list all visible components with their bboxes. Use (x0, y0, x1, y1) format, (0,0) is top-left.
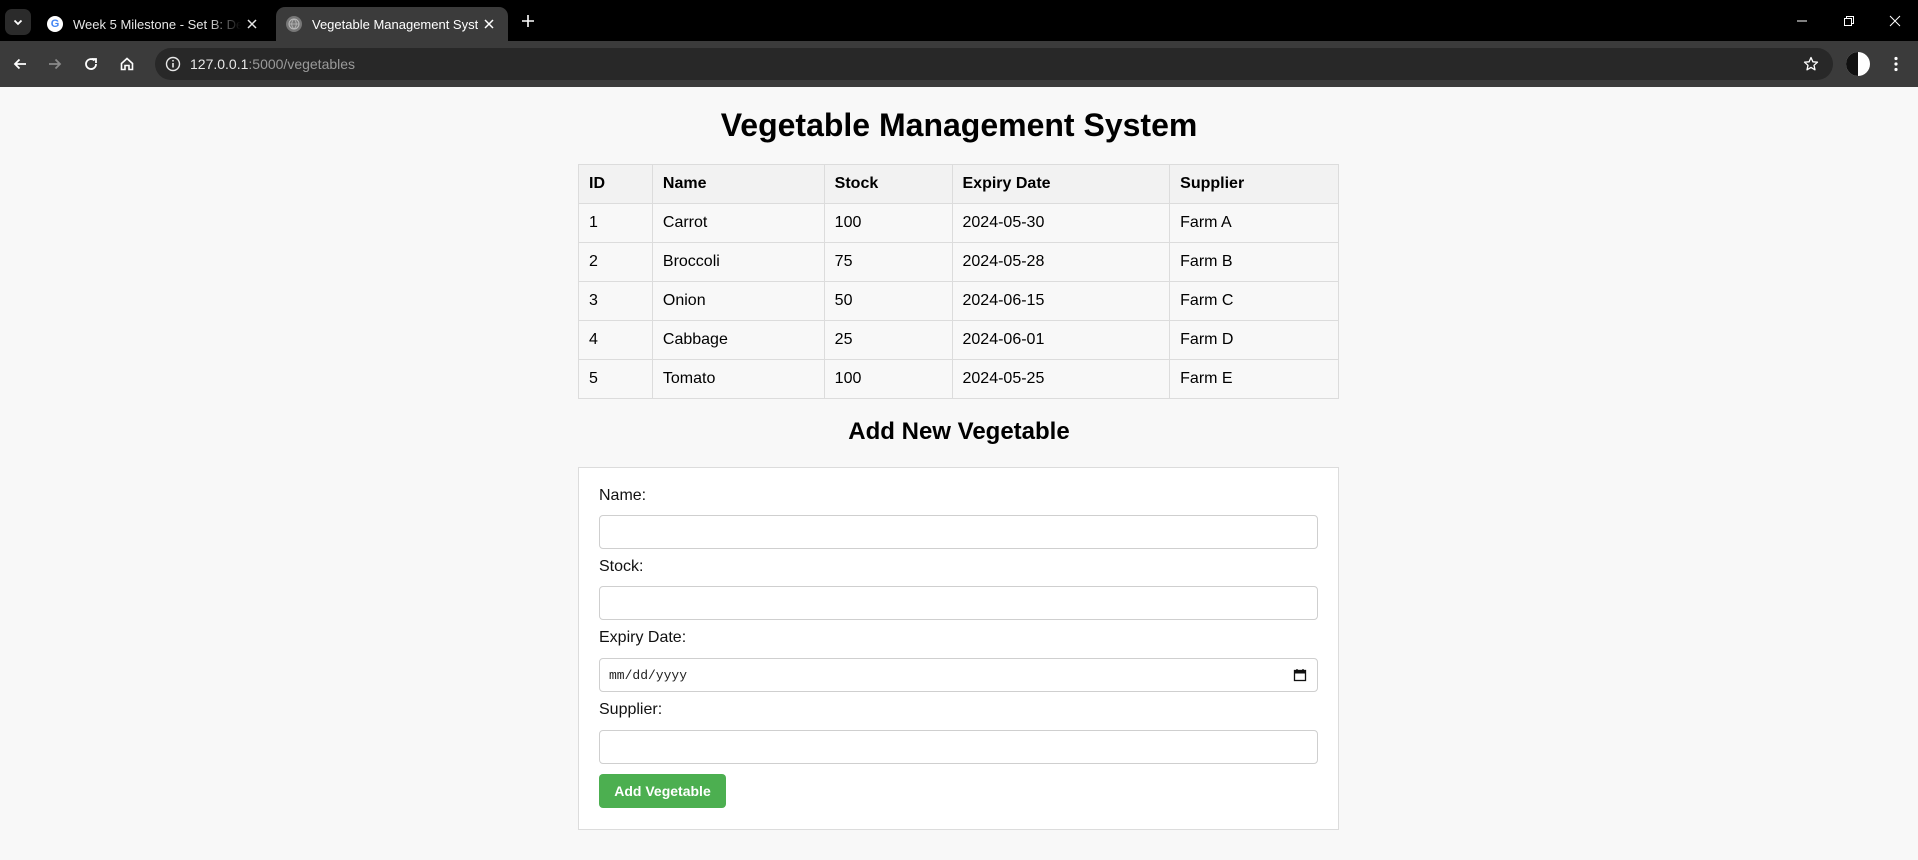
column-header-name: Name (651, 164, 825, 204)
tab-week5-milestone[interactable]: G Week 5 Milestone - Set B: Devo (37, 7, 271, 41)
cell-supplier: Farm E (1169, 359, 1339, 399)
cell-supplier: Farm A (1169, 203, 1339, 243)
add-vegetable-button[interactable]: Add Vegetable (599, 774, 726, 808)
cell-expiry-date: 2024-06-15 (951, 281, 1171, 321)
close-icon (1889, 15, 1901, 26)
minimize-icon (1797, 20, 1807, 21)
reload-icon (85, 58, 97, 70)
cell-name: Onion (651, 281, 825, 321)
cell-id: 3 (578, 281, 653, 321)
back-button[interactable] (6, 50, 34, 78)
expiry-date-input[interactable]: mm/dd/yyyy (599, 658, 1318, 692)
table-row: 4 Cabbage 25 2024-06-01 Farm D (578, 320, 1339, 360)
home-icon (120, 57, 134, 71)
table-row: 3 Onion 50 2024-06-15 Farm C (578, 281, 1339, 321)
arrow-left-icon (13, 58, 26, 70)
close-window-button[interactable] (1872, 0, 1918, 41)
bookmark-star-icon[interactable] (1801, 54, 1821, 74)
restore-icon (1844, 15, 1854, 26)
name-label: Name: (599, 487, 647, 504)
cell-id: 2 (578, 242, 653, 282)
cell-stock: 75 (823, 242, 953, 282)
table-header-row: ID Name Stock Expiry Date Supplier (578, 164, 1339, 204)
table-row: 5 Tomato 100 2024-05-25 Farm E (578, 359, 1339, 399)
table-row: 2 Broccoli 75 2024-05-28 Farm B (578, 242, 1339, 282)
tab-vegetable-management[interactable]: Vegetable Management System (276, 7, 508, 41)
cell-supplier: Farm B (1169, 242, 1339, 282)
browser-menu-button[interactable] (1884, 52, 1908, 76)
more-vertical-icon (1894, 56, 1898, 72)
close-icon (484, 19, 494, 29)
new-tab-button[interactable] (516, 9, 540, 33)
column-header-supplier: Supplier (1169, 164, 1339, 204)
cell-expiry-date: 2024-05-30 (951, 203, 1171, 243)
close-icon (247, 19, 257, 29)
cell-stock: 25 (823, 320, 953, 360)
name-input[interactable] (599, 515, 1318, 549)
cell-expiry-date: 2024-06-01 (951, 320, 1171, 360)
url-host: 127.0.0.1 (190, 56, 249, 72)
page-title: Vegetable Management System (720, 107, 1198, 143)
home-button[interactable] (113, 50, 141, 78)
column-header-expiry-date: Expiry Date (951, 164, 1171, 204)
date-placeholder: mm/dd/yyyy (609, 667, 688, 683)
plus-icon (522, 15, 534, 27)
globe-icon (286, 16, 302, 32)
arrow-right-icon (49, 58, 62, 70)
stock-input[interactable] (599, 586, 1318, 620)
reload-button[interactable] (77, 50, 105, 78)
close-tab-button[interactable] (478, 13, 500, 35)
cell-name: Broccoli (651, 242, 825, 282)
cell-supplier: Farm D (1169, 320, 1339, 360)
restore-button[interactable] (1826, 0, 1872, 41)
table-row: 1 Carrot 100 2024-05-30 Farm A (578, 203, 1339, 243)
calendar-icon[interactable] (1293, 668, 1307, 682)
page-content: Vegetable Management System ID Name Stoc… (0, 87, 1918, 860)
tab-search-button[interactable] (5, 9, 31, 35)
url-path: :5000/vegetables (248, 56, 356, 72)
add-vegetable-form: Name: Stock: Expiry Date: mm/dd/yyyy Sup… (578, 467, 1339, 830)
cell-stock: 100 (823, 359, 953, 399)
close-tab-button[interactable] (241, 13, 263, 35)
address-bar[interactable]: 127.0.0.1:5000/vegetables (155, 48, 1833, 80)
cell-id: 5 (578, 359, 653, 399)
cell-id: 4 (578, 320, 653, 360)
site-info-icon[interactable] (163, 54, 183, 74)
cell-expiry-date: 2024-05-28 (951, 242, 1171, 282)
cell-expiry-date: 2024-05-25 (951, 359, 1171, 399)
chevron-down-icon (13, 19, 23, 26)
cell-name: Carrot (651, 203, 825, 243)
url-text: 127.0.0.1:5000/vegetables (190, 56, 355, 72)
google-icon: G (47, 16, 63, 32)
cell-name: Tomato (651, 359, 825, 399)
stock-label: Stock: (599, 558, 644, 575)
vegetable-table: ID Name Stock Expiry Date Supplier 1 Car… (578, 164, 1339, 399)
tab-title: Vegetable Management System (312, 16, 478, 32)
cell-supplier: Farm C (1169, 281, 1339, 321)
expiry-date-label: Expiry Date: (599, 629, 687, 646)
cell-stock: 100 (823, 203, 953, 243)
profile-avatar[interactable] (1846, 52, 1870, 76)
minimize-button[interactable] (1779, 0, 1825, 41)
supplier-label: Supplier: (599, 701, 663, 718)
cell-stock: 50 (823, 281, 953, 321)
supplier-input[interactable] (599, 730, 1318, 764)
browser-toolbar: 127.0.0.1:5000/vegetables (0, 41, 1918, 87)
forward-button[interactable] (41, 50, 69, 78)
tab-title: Week 5 Milestone - Set B: Devo (73, 16, 241, 32)
tab-strip: G Week 5 Milestone - Set B: Devo Vegetab… (0, 0, 1918, 41)
cell-id: 1 (578, 203, 653, 243)
cell-name: Cabbage (651, 320, 825, 360)
column-header-stock: Stock (823, 164, 953, 204)
form-heading: Add New Vegetable (848, 418, 1070, 445)
column-header-id: ID (578, 164, 653, 204)
